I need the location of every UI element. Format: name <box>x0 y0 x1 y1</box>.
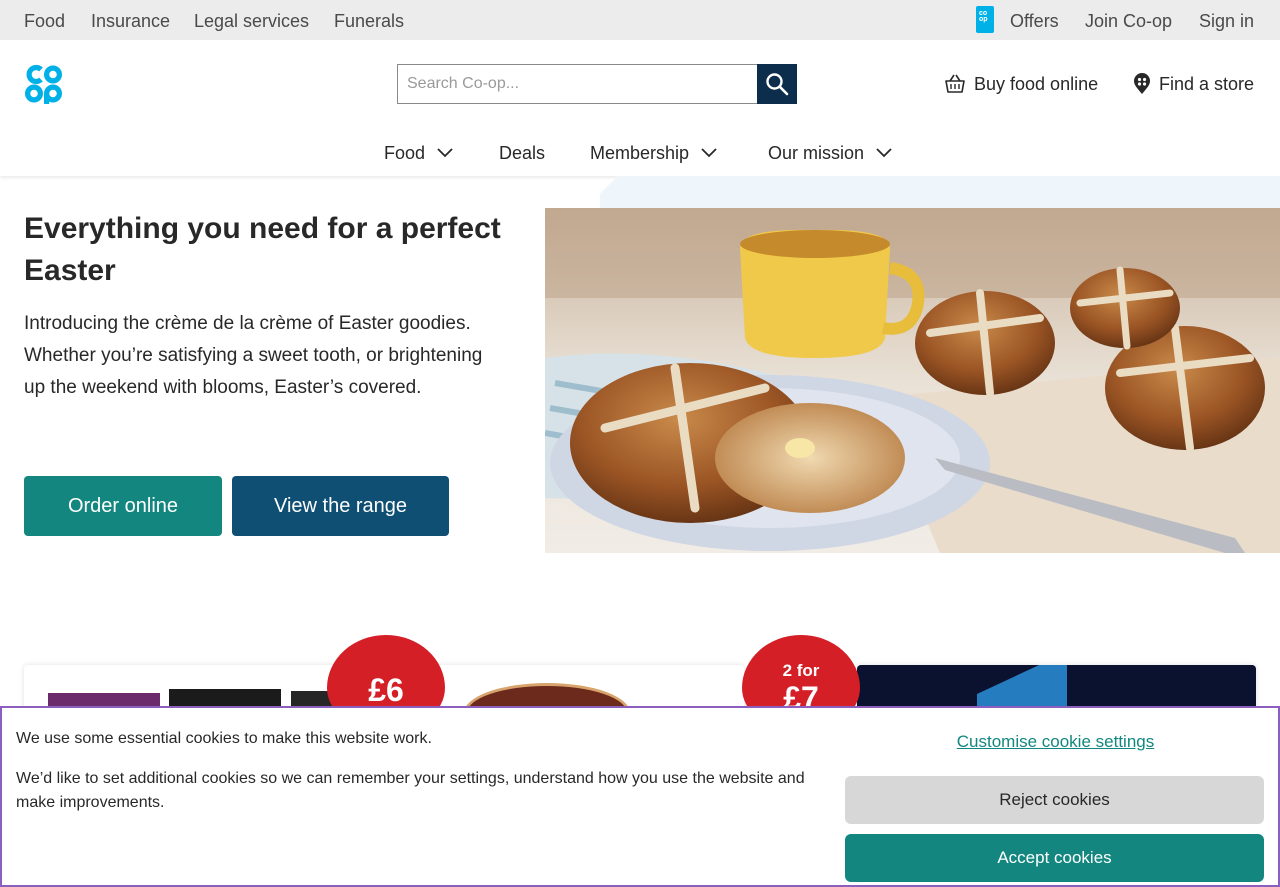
chevron-down-icon <box>701 148 717 158</box>
basket-icon <box>945 74 965 93</box>
hero-hot-cross-buns-image <box>545 208 1280 553</box>
nav-our-mission[interactable]: Our mission <box>768 142 892 164</box>
site-header: Buy food online Find a store Food Deals … <box>0 40 1280 176</box>
search-icon <box>766 73 789 96</box>
chevron-down-icon <box>876 148 892 158</box>
cookie-additional-text: We’d like to set additional cookies so w… <box>16 770 805 811</box>
utility-link-legal-services[interactable]: Legal services <box>194 10 309 32</box>
offers-card-icon <box>976 6 994 33</box>
nav-membership-label: Membership <box>590 143 690 163</box>
price-badge-value: £6 <box>368 672 404 708</box>
coop-logo[interactable] <box>24 64 64 104</box>
reject-cookies-button[interactable]: Reject cookies <box>845 776 1264 824</box>
nav-food[interactable]: Food <box>384 142 453 164</box>
offers-link[interactable]: Offers <box>1010 10 1059 32</box>
order-online-button[interactable]: Order online <box>24 476 222 536</box>
cookie-essential-text: We use some essential cookies to make th… <box>16 730 432 747</box>
cookie-consent-banner: We use some essential cookies to make th… <box>0 706 1280 887</box>
main-navigation: Food Deals Membership Our mission <box>0 136 1280 176</box>
join-coop-link[interactable]: Join Co-op <box>1085 10 1172 32</box>
utility-link-insurance[interactable]: Insurance <box>91 10 170 32</box>
utility-link-food[interactable]: Food <box>24 10 65 32</box>
find-a-store-link[interactable]: Find a store <box>1133 72 1254 96</box>
buy-food-online-link[interactable]: Buy food online <box>944 72 1098 96</box>
chevron-down-icon <box>437 148 453 158</box>
utility-bar: Food Insurance Legal services Funerals O… <box>0 0 1280 40</box>
hero-description: Introducing the crème de la crème of Eas… <box>24 313 483 398</box>
buy-food-online-label: Buy food online <box>974 74 1099 94</box>
accept-cookies-button[interactable]: Accept cookies <box>845 834 1264 882</box>
nav-our-mission-label: Our mission <box>768 143 865 163</box>
hero-title: Everything you need for a perfect Easter <box>24 212 501 287</box>
multibuy-badge-prefix: 2 for <box>782 661 820 680</box>
nav-membership[interactable]: Membership <box>590 142 717 164</box>
utility-link-funerals[interactable]: Funerals <box>334 10 404 32</box>
nav-deals-label: Deals <box>499 143 546 163</box>
search-bar <box>397 64 797 104</box>
sign-in-link[interactable]: Sign in <box>1199 10 1254 32</box>
find-a-store-label: Find a store <box>1159 74 1255 94</box>
nav-deals[interactable]: Deals <box>499 142 545 164</box>
store-pin-icon <box>1134 73 1150 94</box>
customise-cookie-settings-link[interactable]: Customise cookie settings <box>846 730 1265 754</box>
search-button[interactable] <box>757 64 797 104</box>
hero-background-shape <box>600 176 1280 208</box>
search-input[interactable] <box>397 64 758 104</box>
view-the-range-button[interactable]: View the range <box>232 476 449 536</box>
nav-food-label: Food <box>384 143 426 163</box>
